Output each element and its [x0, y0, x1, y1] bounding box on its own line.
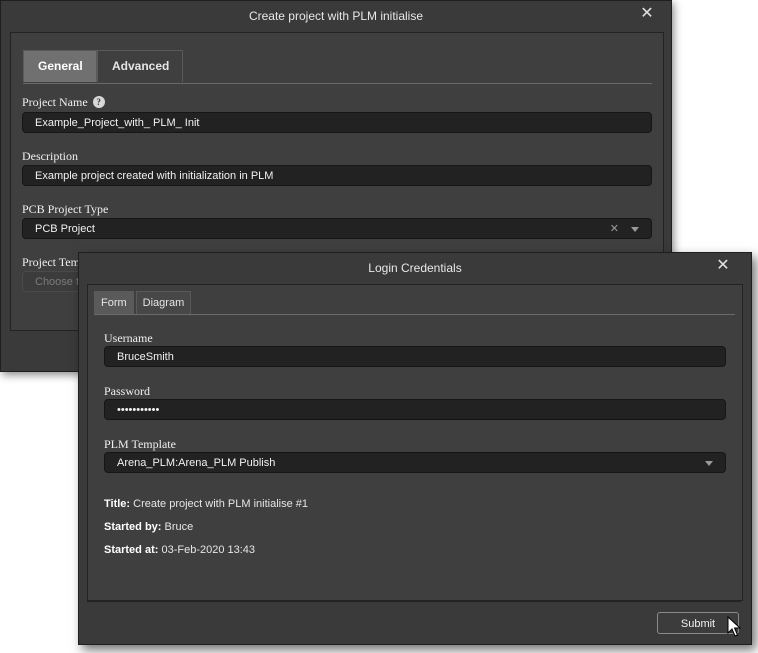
tab-divider	[94, 314, 735, 315]
tab-general[interactable]: General	[23, 50, 97, 82]
info-started-by-value: Bruce	[164, 521, 194, 533]
tab-bar: General Advanced	[23, 50, 183, 83]
plm-template-label: PLM Template	[104, 437, 176, 451]
login-credentials-dialog: Login Credentials ✕ Form Diagram Usernam…	[78, 252, 752, 645]
tab-divider	[23, 83, 652, 84]
footer-divider	[87, 601, 741, 602]
close-icon[interactable]: ✕	[713, 256, 733, 276]
close-icon[interactable]: ✕	[637, 4, 657, 24]
info-started-by-label: Started by:	[104, 521, 162, 533]
description-input[interactable]: Example project created with initializat…	[22, 165, 652, 186]
mouse-cursor-icon	[727, 616, 741, 637]
description-label: Description	[22, 149, 78, 163]
plm-template-select[interactable]: Arena_PLM:Arena_PLM Publish	[104, 452, 726, 473]
pcb-type-label: PCB Project Type	[22, 202, 109, 216]
info-title-label: Title:	[104, 498, 131, 510]
tab-bar: Form Diagram	[94, 291, 192, 314]
username-input[interactable]: BruceSmith	[104, 346, 726, 367]
chevron-down-icon[interactable]	[705, 461, 713, 466]
plm-template-value: Arena_PLM:Arena_PLM Publish	[117, 457, 276, 469]
info-title-value: Create project with PLM initialise #1	[133, 498, 308, 510]
info-started-at: Started at: 03-Feb-2020 13:43	[104, 544, 255, 556]
pcb-type-value: PCB Project	[35, 223, 95, 235]
project-name-label-text: Project Name	[22, 95, 88, 109]
tab-advanced[interactable]: Advanced	[97, 50, 183, 82]
help-icon[interactable]: ?	[92, 96, 105, 108]
tab-diagram[interactable]: Diagram	[135, 291, 192, 314]
info-started-at-label: Started at:	[104, 544, 159, 556]
password-input[interactable]: •••••••••••	[104, 399, 726, 420]
dialog-title: Login Credentials	[368, 261, 462, 275]
project-name-label: Project Name?	[22, 95, 105, 110]
info-started-at-value: 03-Feb-2020 13:43	[161, 544, 256, 556]
pcb-type-select[interactable]: PCB Project ✕	[22, 218, 652, 239]
dialog-title: Create project with PLM initialise	[248, 9, 424, 23]
clear-icon[interactable]: ✕	[610, 219, 619, 240]
username-label: Username	[104, 331, 153, 345]
chevron-down-icon[interactable]	[631, 227, 639, 232]
tab-form[interactable]: Form	[94, 291, 134, 314]
password-label: Password	[104, 384, 151, 398]
dialog-panel: Form Diagram Username BruceSmith Passwor…	[87, 284, 743, 601]
project-name-input[interactable]: Example_Project_with_ PLM_ Init	[22, 112, 652, 133]
info-started-by: Started by: Bruce	[104, 521, 193, 533]
info-title: Title: Create project with PLM initialis…	[104, 498, 308, 510]
